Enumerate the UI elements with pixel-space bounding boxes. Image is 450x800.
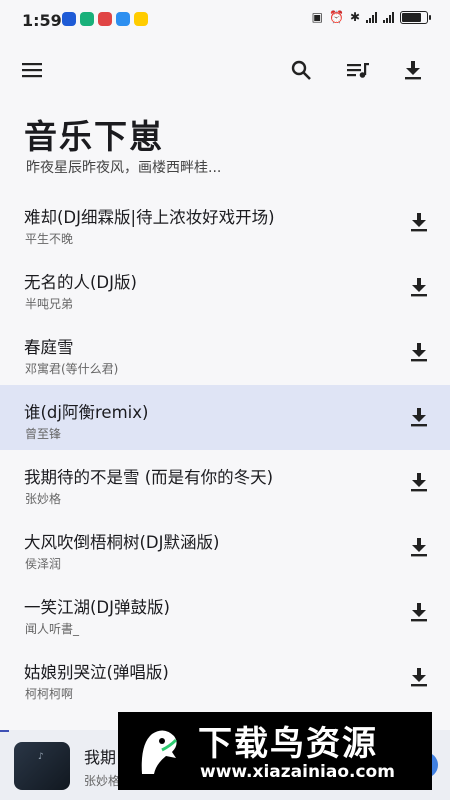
download-icon	[411, 278, 427, 297]
nfc-icon: ▣	[311, 10, 323, 24]
album-art[interactable]: ♪	[14, 742, 70, 790]
song-artist: 半吨兄弟	[25, 297, 74, 311]
album-art-decoration: ♪	[38, 752, 44, 762]
song-row[interactable]: 春庭雪邓寓君(等什么君)	[0, 320, 450, 385]
battery-icon	[400, 10, 431, 24]
meituan-app-icon	[134, 12, 148, 26]
download-icon	[411, 473, 427, 492]
song-title: 春庭雪	[24, 338, 74, 357]
song-artist: 张妙格	[25, 492, 62, 506]
song-title: 谁(dj阿衡remix)	[24, 403, 149, 422]
search-button[interactable]	[285, 54, 317, 86]
song-artist: 平生不晚	[25, 232, 74, 246]
song-row[interactable]: 我期待的不是雪 (而是有你的冬天) 张妙格	[0, 450, 450, 515]
download-icon	[411, 213, 427, 232]
download-icon	[411, 538, 427, 557]
bird-logo-icon	[141, 730, 178, 774]
song-download-button[interactable]	[406, 339, 432, 365]
song-title: 一笑江湖(DJ弹鼓版)	[24, 598, 170, 617]
song-download-button[interactable]	[406, 664, 432, 690]
download-icon	[411, 603, 427, 622]
bluetooth-icon: ✱	[349, 10, 360, 24]
status-app-icons	[62, 12, 148, 26]
song-download-button[interactable]	[406, 534, 432, 560]
song-download-button[interactable]	[406, 469, 432, 495]
download-icon	[411, 408, 427, 427]
song-title: 无名的人(DJ版)	[24, 273, 137, 292]
song-download-button[interactable]	[406, 599, 432, 625]
song-artist: 柯柯柯啊	[25, 687, 74, 701]
menu-button[interactable]	[16, 54, 48, 86]
song-row[interactable]: 姑娘别哭泣(弹唱版) 柯柯柯啊	[0, 645, 450, 710]
song-title: 难却(DJ细霖版|待上浓妆好戏开场)	[24, 208, 275, 227]
weibo-app-icon	[98, 12, 112, 26]
music-app-icon	[62, 12, 76, 26]
signal-2-icon	[383, 11, 394, 23]
song-download-button[interactable]	[406, 209, 432, 235]
alarm-icon: ⏰	[328, 10, 344, 24]
song-artist: 曾至锋	[25, 427, 62, 441]
song-download-button[interactable]	[406, 274, 432, 300]
song-title: 大风吹倒梧桐树(DJ默涵版)	[24, 533, 220, 552]
watermark-banner: 下载鸟资源 www.xiazainiao.com	[118, 712, 432, 790]
download-all-button[interactable]	[397, 54, 429, 86]
song-row[interactable]: 谁(dj阿衡remix) 曾至锋	[0, 385, 450, 450]
page-title: 音乐下崽	[24, 117, 164, 156]
status-bar: 1:59 ▣ ⏰ ✱	[0, 0, 450, 40]
top-toolbar	[0, 48, 450, 92]
signal-icon	[366, 11, 377, 23]
download-all-icon	[405, 61, 421, 80]
song-title: 姑娘别哭泣(弹唱版)	[24, 663, 169, 682]
download-icon	[411, 668, 427, 687]
song-artist: 邓寓君(等什么君)	[25, 362, 119, 376]
song-row[interactable]: 一笑江湖(DJ弹鼓版) 闻人听書_	[0, 580, 450, 645]
song-row[interactable]: 大风吹倒梧桐树(DJ默涵版) 侯泽润	[0, 515, 450, 580]
download-app-icon	[80, 12, 94, 26]
song-row[interactable]: 无名的人(DJ版) 半吨兄弟	[0, 255, 450, 320]
menu-icon	[22, 63, 42, 78]
song-title: 我期待的不是雪 (而是有你的冬天)	[24, 468, 274, 487]
song-artist: 闻人听書_	[25, 622, 80, 636]
song-artist: 侯泽润	[25, 557, 62, 571]
status-time: 1:59	[22, 11, 62, 30]
playlist-button[interactable]	[342, 54, 374, 86]
search-icon	[291, 60, 311, 80]
page-subtitle: 昨夜星辰昨夜风，画楼西畔桂...	[26, 160, 222, 176]
player-song-artist: 张妙格	[84, 774, 121, 788]
song-list: 难却(DJ细霖版|待上浓妆好戏开场) 平生不晚无名的人(DJ版) 半吨兄弟春庭雪邓寓…	[0, 190, 450, 710]
player-progress-bar	[0, 730, 9, 732]
song-download-button[interactable]	[406, 404, 432, 430]
watermark-title: 下载鸟资源	[198, 724, 378, 764]
cloud-app-icon	[116, 12, 130, 26]
song-row[interactable]: 难却(DJ细霖版|待上浓妆好戏开场) 平生不晚	[0, 190, 450, 255]
watermark-url: www.xiazainiao.com	[200, 762, 395, 782]
player-song-title: 我期	[84, 748, 117, 767]
download-icon	[411, 343, 427, 362]
battery-fill	[402, 12, 421, 22]
playlist-icon	[347, 63, 369, 78]
status-indicators: ▣ ⏰ ✱	[311, 10, 431, 24]
